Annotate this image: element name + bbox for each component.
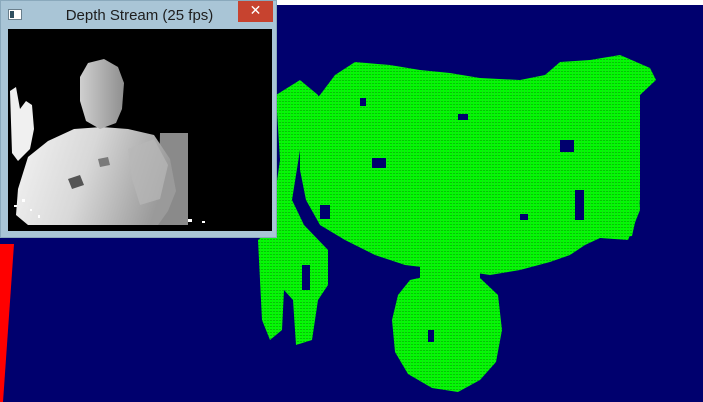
- top-strip: [277, 0, 703, 5]
- close-button[interactable]: ✕: [238, 1, 273, 22]
- person-head-silhouette: [80, 59, 124, 129]
- depth-stream-window[interactable]: Depth Stream (25 fps) ✕: [0, 0, 277, 238]
- window-title: Depth Stream (25 fps): [65, 7, 214, 24]
- depth-image: [8, 29, 272, 231]
- scene-background-lower: [0, 236, 277, 402]
- depth-image-view: [8, 29, 272, 231]
- title-bar[interactable]: Depth Stream (25 fps) ✕: [1, 1, 278, 29]
